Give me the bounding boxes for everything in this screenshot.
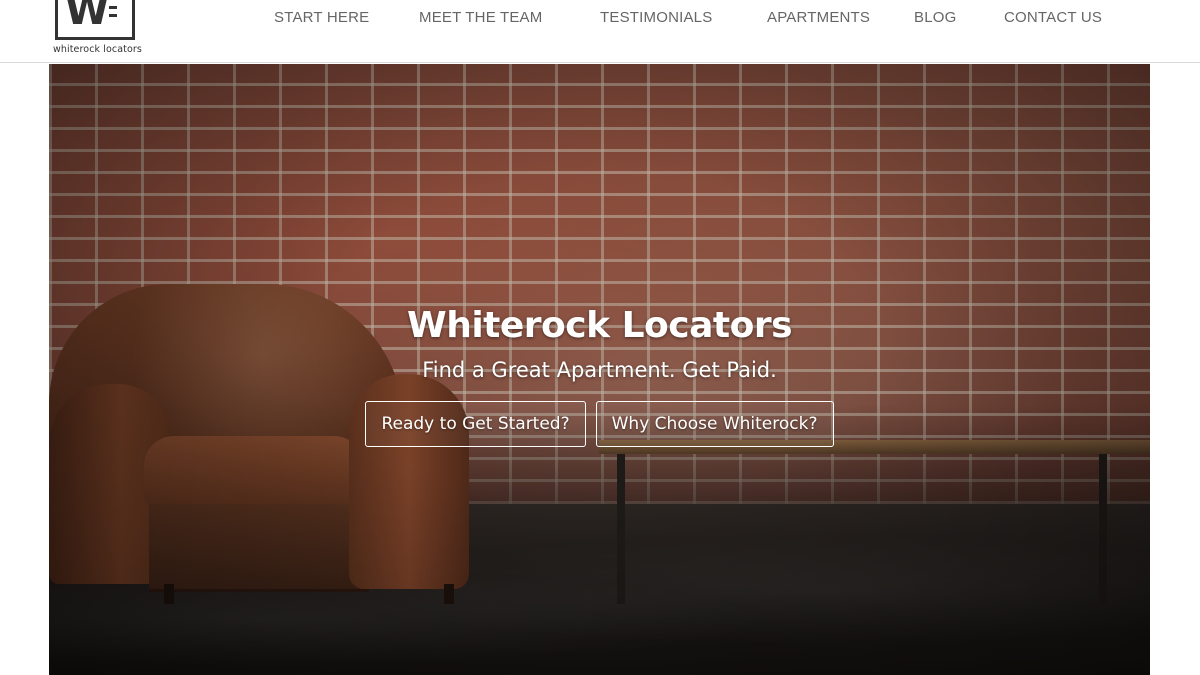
nav-contact-us[interactable]: CONTACT US [1004,9,1102,26]
nav-meet-the-team[interactable]: MEET THE TEAM [419,9,542,26]
nav-testimonials[interactable]: TESTIMONIALS [600,9,712,26]
logo-mark-icon [109,6,117,20]
hero-button-group: Ready to Get Started? Why Choose Whitero… [49,401,1150,447]
get-started-button[interactable]: Ready to Get Started? [365,401,586,447]
nav-blog[interactable]: BLOG [914,9,956,26]
site-logo[interactable]: W whiterock locators [53,0,143,58]
logo-letter: W [65,0,109,34]
why-choose-button[interactable]: Why Choose Whiterock? [595,401,834,447]
hero-title: Whiterock Locators [406,305,793,346]
logo-wordmark: whiterock locators [53,44,142,55]
hero-subtitle: Find a Great Apartment. Get Paid. [422,358,777,382]
hero-banner: Whiterock Locators Find a Great Apartmen… [49,64,1150,675]
hero-content: Whiterock Locators Find a Great Apartmen… [49,302,1150,447]
nav-apartments[interactable]: APARTMENTS [767,9,870,26]
site-header: W whiterock locators START HERE MEET THE… [0,0,1200,63]
page: W whiterock locators START HERE MEET THE… [0,0,1200,675]
nav-start-here[interactable]: START HERE [274,9,369,26]
